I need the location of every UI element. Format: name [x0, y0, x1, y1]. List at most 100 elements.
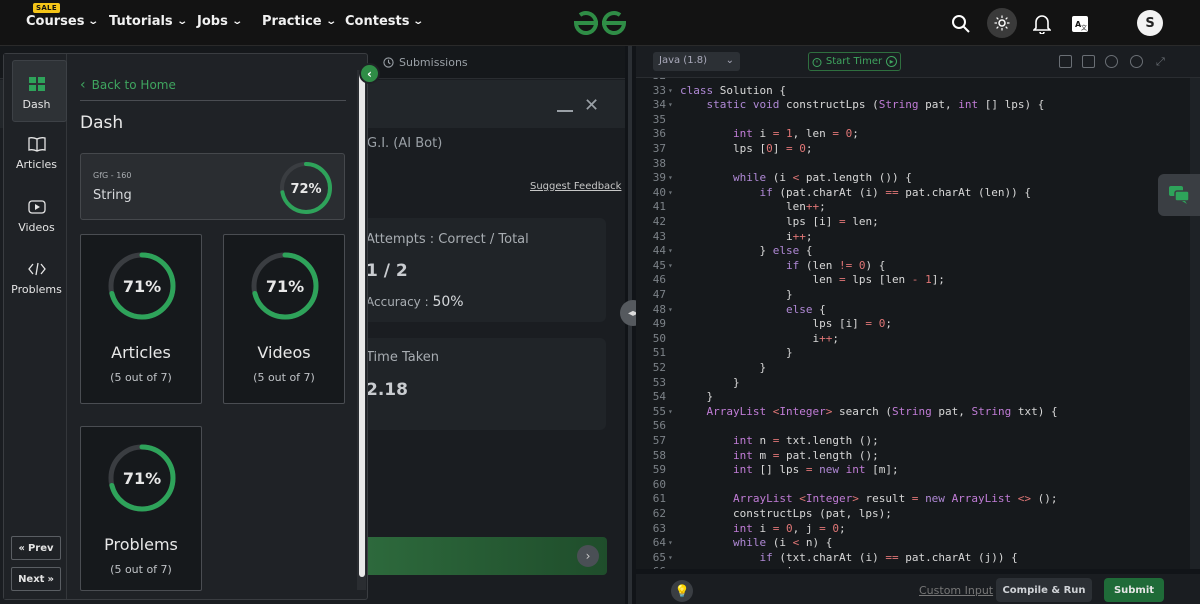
- stat-title: Videos: [257, 343, 311, 362]
- file-icon[interactable]: [1082, 55, 1095, 68]
- nav-jobs[interactable]: Jobs ⌄: [197, 14, 243, 29]
- code-line: 39 ▾ while (i < pat.length ()) {: [652, 171, 912, 185]
- rail-item-dash[interactable]: Dash: [8, 76, 65, 111]
- copy-icon[interactable]: [1059, 55, 1072, 68]
- chevron-left-icon: ‹: [367, 66, 372, 81]
- code-line: 59 int [] lps = new int [m];: [652, 463, 899, 477]
- code-line: 54 }: [652, 390, 714, 404]
- ai-bot-label: G.I. (AI Bot): [367, 136, 443, 151]
- articles-progress-ring: 71%: [108, 252, 176, 320]
- chevron-down-icon: ⌄: [176, 16, 188, 27]
- book-icon: [27, 137, 46, 152]
- translate-icon[interactable]: A文: [1067, 11, 1093, 37]
- nav-contests[interactable]: Contests ⌄: [345, 14, 425, 29]
- reset-icon[interactable]: [1130, 55, 1143, 68]
- code-line: 48 ▾ else {: [652, 302, 826, 316]
- minimize-icon[interactable]: [557, 110, 573, 112]
- panel-scrollbar-thumb[interactable]: [359, 72, 365, 577]
- code-editor[interactable]: 32 33▾class Solution {34▾ static void co…: [636, 78, 1200, 569]
- nav-courses[interactable]: Courses ⌄: [26, 14, 100, 29]
- nav-practice[interactable]: Practice ⌄: [262, 14, 337, 29]
- search-icon[interactable]: [948, 11, 974, 37]
- code-line: 37 lps [0] = 0;: [652, 142, 813, 155]
- lightbulb-icon[interactable]: 💡: [671, 580, 693, 602]
- code-line: 65 ▾ if (txt.charAt (i) == pat.charAt (j)…: [652, 550, 1018, 564]
- chevron-right-icon[interactable]: ›: [577, 545, 599, 567]
- code-line: 63 int i = 0, j = 0;: [652, 521, 846, 535]
- time-taken-card: Time Taken 2.18: [352, 338, 606, 430]
- code-line: 57 int n = txt.length ();: [652, 434, 879, 447]
- code-line: 38: [652, 156, 666, 170]
- code-line: 50 i++;: [652, 331, 839, 345]
- code-line: 64 ▾ while (i < n) {: [652, 536, 833, 550]
- course-progress-card[interactable]: GfG - 160 String 72%: [80, 153, 345, 220]
- code-line: 41 len++;: [652, 200, 826, 214]
- code-line: 53 }: [652, 375, 740, 389]
- code-line: 56: [652, 419, 666, 433]
- back-to-home-link[interactable]: ‹ Back to Home: [80, 77, 176, 93]
- stat-card-problems[interactable]: 71% Problems (5 out of 7): [80, 426, 202, 591]
- chevron-left-icon: ‹: [80, 77, 86, 93]
- play-icon: ▸: [886, 56, 898, 67]
- close-icon[interactable]: ✕: [584, 95, 599, 116]
- stat-title: Articles: [111, 343, 171, 362]
- start-timer-button[interactable]: Start Timer ▸: [808, 52, 901, 71]
- code-line: 33 ▾ class Solution {: [652, 83, 786, 97]
- code-line: 66 i++;: [636, 565, 1200, 569]
- timer-icon: [812, 57, 822, 67]
- language-select[interactable]: Java (1.8) ⌄: [653, 52, 740, 71]
- chevron-down-icon: ⌄: [87, 16, 100, 27]
- code-line: 62 constructLps (pat, lps);: [652, 507, 892, 520]
- videos-progress-ring: 71%: [251, 252, 319, 320]
- rail-item-articles[interactable]: Articles: [8, 136, 65, 171]
- compile-run-button[interactable]: Compile & Run: [996, 578, 1092, 602]
- course-progress-ring: 72%: [280, 162, 332, 214]
- settings-icon[interactable]: [1105, 55, 1118, 68]
- chat-button[interactable]: [1158, 174, 1200, 216]
- gfg-logo-icon[interactable]: [572, 9, 628, 37]
- stat-card-videos[interactable]: 71% Videos (5 out of 7): [223, 234, 345, 404]
- code-line: 60: [652, 477, 666, 491]
- avatar[interactable]: S: [1137, 10, 1163, 36]
- code-line: 40 ▾ if (pat.charAt (i) == pat.charAt (le…: [652, 185, 1032, 199]
- problems-progress-ring: 71%: [108, 444, 176, 512]
- rail-item-videos[interactable]: Videos: [8, 199, 65, 234]
- nav-tutorials[interactable]: Tutorials ⌄: [109, 14, 188, 29]
- top-navbar: SALE Courses ⌄ Tutorials ⌄ Jobs ⌄ Practice ⌄…: [0, 0, 1200, 46]
- code-line: 46 len = lps [len - 1];: [652, 273, 945, 287]
- chevron-down-icon: ⌄: [231, 16, 243, 27]
- code-line: 47 }: [652, 288, 793, 301]
- collapse-panel-button[interactable]: ‹: [359, 63, 380, 84]
- theme-toggle-button[interactable]: [987, 8, 1017, 38]
- progress-bar: [352, 537, 607, 575]
- stat-subtitle: (5 out of 7): [253, 371, 315, 384]
- editor-scrollbar[interactable]: [1190, 78, 1200, 569]
- grid-icon: [28, 77, 45, 91]
- articles-percent: 71%: [123, 277, 161, 296]
- code-icon: [27, 262, 46, 276]
- stat-subtitle: (5 out of 7): [110, 371, 172, 384]
- code-line: 44 ▾ } else {: [652, 244, 813, 258]
- fullscreen-icon[interactable]: ⤢: [1156, 55, 1169, 68]
- chevron-down-icon: ⌄: [324, 16, 337, 27]
- next-button[interactable]: Next»: [11, 567, 61, 591]
- tab-submissions[interactable]: Submissions: [383, 56, 468, 69]
- rail-item-problems[interactable]: Problems: [8, 261, 65, 296]
- code-line: 58 int m = pat.length ();: [652, 448, 879, 462]
- submit-button[interactable]: Submit: [1104, 578, 1164, 602]
- code-line: 52 }: [652, 361, 767, 374]
- code-line: 45 ▾ if (len != 0) {: [652, 258, 886, 272]
- code-line: 43 i++;: [652, 229, 813, 243]
- stat-title: Problems: [104, 535, 178, 554]
- bell-icon[interactable]: [1029, 11, 1055, 37]
- stat-card-articles[interactable]: 71% Articles (5 out of 7): [80, 234, 202, 404]
- prev-button[interactable]: «Prev: [11, 536, 61, 560]
- code-line: 49 lps [i] = 0;: [652, 317, 892, 331]
- course-percent: 72%: [290, 182, 321, 197]
- custom-input-link[interactable]: Custom Input: [919, 584, 993, 597]
- suggest-feedback-link[interactable]: Suggest Feedback: [530, 181, 621, 192]
- code-line: 34 ▾ static void constructLps (String pat…: [652, 98, 1045, 112]
- stat-subtitle: (5 out of 7): [110, 563, 172, 576]
- videos-percent: 71%: [266, 277, 304, 296]
- double-chevron-left-icon: «: [18, 542, 25, 554]
